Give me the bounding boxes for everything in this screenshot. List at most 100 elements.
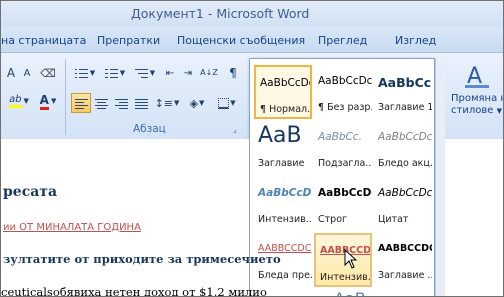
line-spacing-icon: ↕≡ (154, 96, 174, 110)
align-left-button[interactable] (71, 93, 91, 113)
bullets-button[interactable]: ▼ (71, 63, 99, 83)
font-color-icon: A (39, 93, 49, 110)
grow-font-icon: A (6, 66, 16, 80)
doc-section-heading: зултатите от приходите за тримесечието (3, 252, 281, 266)
numbering-button[interactable]: ▼ (101, 63, 129, 83)
style-name: Бледо акц... (378, 158, 432, 169)
align-left-icon (74, 98, 88, 109)
chevron-down-icon: ▼ (199, 99, 205, 107)
style-subtle-emphasis[interactable]: AaBbCcDc Бледо акц... (374, 121, 432, 175)
style-name: ¶ Без разр... (318, 102, 372, 113)
align-right-icon (114, 98, 128, 109)
title-bar: Документ1 - Microsoft Word (1, 1, 503, 27)
align-right-button[interactable] (111, 93, 131, 113)
pilcrow-icon: ¶ (229, 66, 237, 80)
change-styles-label: Промяна на стилове ▼ (451, 93, 503, 117)
style-name: ¶ Нормал... (260, 104, 312, 115)
style-name: Подзагла... (318, 158, 372, 169)
style-sample: AaBbCcDc (258, 187, 312, 199)
tab-mailings[interactable]: Пощенски съобщения (177, 34, 305, 47)
decrease-indent-icon: ⇤ (165, 67, 175, 79)
show-marks-button[interactable]: ¶ (223, 63, 243, 83)
highlight-icon: ab (9, 94, 22, 108)
style-partial-sample[interactable]: AaB (334, 289, 366, 296)
chevron-down-icon: ▼ (50, 97, 57, 105)
style-subtitle[interactable]: AaBbCc. Подзагла... (314, 121, 372, 175)
style-sample: AaB (258, 123, 302, 148)
style-name: Бледа пре... (258, 270, 312, 281)
style-book-title[interactable]: AABBCCDC Заглавие ... (374, 233, 432, 287)
highlight-button[interactable]: ab ▼ (3, 91, 35, 111)
align-center-button[interactable] (91, 93, 111, 113)
borders-button[interactable]: ▼ (213, 93, 241, 113)
align-center-icon (94, 98, 108, 109)
justify-icon (134, 98, 148, 109)
style-sample: AaBbCc (378, 75, 432, 90)
chevron-down-icon: ▼ (23, 97, 29, 105)
sort-button[interactable]: A↓Z (199, 63, 219, 83)
window-title: Документ1 - Microsoft Word (131, 6, 310, 21)
change-styles-button[interactable]: A Промяна на стилове ▼ (449, 59, 503, 139)
border-icon (218, 97, 230, 109)
grow-font-button[interactable]: A (3, 63, 19, 83)
style-intense-emphasis[interactable]: AaBbCcDc Интензив... (254, 177, 312, 231)
style-normal[interactable]: AaBbCcDc ¶ Нормал... (254, 65, 312, 119)
word-window: Документ1 - Microsoft Word на страницата… (0, 0, 504, 297)
change-styles-label-line2: стилове (451, 105, 494, 116)
document-page[interactable]: ресата ии ОТ МИНАЛАТА ГОДИНА зултатите о… (1, 139, 281, 296)
decrease-indent-button[interactable]: ⇤ (161, 63, 179, 83)
group-separator (65, 59, 66, 135)
multilevel-list-button[interactable]: ▼ (131, 63, 159, 83)
change-styles-label-line1: Промяна на (451, 93, 503, 104)
chevron-down-icon: ▼ (119, 69, 126, 77)
tab-review[interactable]: Преглед (318, 34, 367, 47)
doc-body-text: ceuticalsобявиха нетен доход от $1.2 мил… (1, 285, 267, 297)
line-spacing-button[interactable]: ↕≡ ▼ (153, 93, 181, 113)
style-intense-reference[interactable]: AABBCCDC Интензив... (314, 233, 372, 287)
style-name: Интензив... (320, 272, 372, 283)
shading-button[interactable]: ◈ ▼ (183, 93, 211, 113)
tab-view[interactable]: Изглед (395, 34, 436, 47)
tab-page-layout[interactable]: на страницата (1, 34, 86, 47)
chevron-down-icon: ▼ (174, 99, 180, 107)
style-name: Заглавие ... (378, 270, 432, 281)
increase-indent-icon: ⇥ (183, 67, 193, 79)
clear-format-button[interactable]: ⌫ (37, 63, 59, 83)
style-title[interactable]: AaB Заглавие (254, 121, 312, 175)
tab-references[interactable]: Препратки (97, 34, 160, 47)
multilevel-list-icon (134, 68, 148, 79)
style-name: Заглавие (258, 158, 305, 169)
style-name: Интензив... (258, 214, 312, 225)
style-sample: AaBbCc. (318, 131, 362, 143)
style-sample: AaBbCcDc (378, 131, 432, 143)
change-styles-icon: A (465, 64, 489, 89)
dialog-launcher-icon[interactable]: ⌟ (233, 125, 237, 134)
gallery-scrollbar[interactable] (435, 58, 445, 296)
style-name: Заглавие 1 (378, 102, 432, 113)
shrink-font-button[interactable]: A (19, 63, 35, 83)
style-quote[interactable]: AaBbCcDc Цитат (374, 177, 432, 231)
style-sample: AaBbCcDc (378, 187, 432, 199)
justify-button[interactable] (131, 93, 151, 113)
style-strong[interactable]: AaBbCcDc Строг (314, 177, 372, 231)
eraser-icon: ⌫ (40, 66, 56, 80)
style-no-spacing[interactable]: AaBbCcDc ¶ Без разр... (314, 65, 372, 119)
chevron-down-icon: ▼ (149, 69, 156, 77)
increase-indent-button[interactable]: ⇥ (179, 63, 197, 83)
style-sample: AaBbCcDc (318, 75, 372, 87)
shrink-font-icon: A (23, 67, 31, 79)
ribbon-tabs: на страницата Препратки Пощенски съобщен… (1, 27, 503, 53)
bullets-icon (74, 68, 88, 79)
style-sample: AABBCCDC (378, 243, 432, 254)
font-color-button[interactable]: A ▼ (35, 91, 61, 111)
numbering-icon (104, 68, 118, 79)
style-sample: AaBbCcDc (318, 187, 372, 199)
chevron-down-icon: ▼ (89, 69, 96, 77)
style-sample: AaBbCcDc (260, 77, 312, 89)
style-heading-1[interactable]: AaBbCc Заглавие 1 (374, 65, 432, 119)
chevron-down-icon: ▼ (230, 99, 236, 107)
chevron-down-icon: ▼ (496, 107, 502, 115)
doc-subheading: ии ОТ МИНАЛАТА ГОДИНА (3, 222, 141, 233)
style-name: Цитат (378, 214, 409, 225)
mouse-cursor-icon (344, 249, 358, 269)
